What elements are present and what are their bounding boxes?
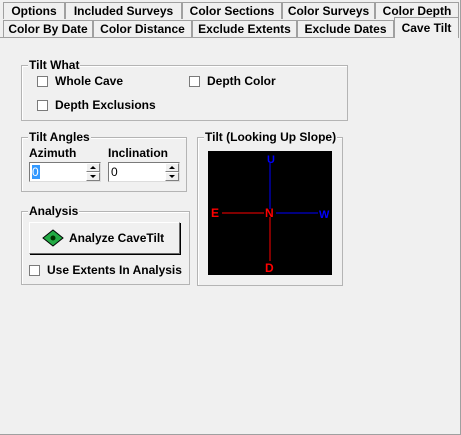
- analyze-cavetilt-label: Analyze CaveTilt: [69, 231, 165, 245]
- arrow-down-icon: [90, 175, 96, 178]
- depth-color-label: Depth Color: [207, 74, 276, 88]
- inclination-stepper: [165, 163, 179, 181]
- azimuth-spinner[interactable]: [29, 162, 101, 182]
- arrow-up-icon: [90, 166, 96, 169]
- whole-cave-label: Whole Cave: [55, 74, 124, 88]
- tilt-view-canvas: U D E W N: [208, 151, 332, 275]
- inclination-up-button[interactable]: [165, 163, 179, 172]
- east-label: E: [211, 206, 219, 220]
- tilt-angles-title: Tilt Angles: [28, 130, 91, 145]
- use-extents-label: Use Extents In Analysis: [47, 263, 182, 277]
- tab-included-surveys[interactable]: Included Surveys: [65, 2, 182, 19]
- analysis-title: Analysis: [28, 204, 80, 219]
- azimuth-down-button[interactable]: [86, 172, 100, 181]
- azimuth-up-button[interactable]: [86, 163, 100, 172]
- tab-cave-tilt[interactable]: Cave Tilt: [394, 17, 459, 38]
- inclination-input[interactable]: [111, 164, 155, 179]
- tab-exclude-dates[interactable]: Exclude Dates: [297, 20, 394, 38]
- depth-exclusions-checkbox[interactable]: [37, 100, 48, 111]
- tab-color-by-date[interactable]: Color By Date: [3, 20, 93, 38]
- up-label: U: [267, 154, 275, 166]
- tab-exclude-extents[interactable]: Exclude Extents: [192, 20, 297, 38]
- west-label: W: [319, 209, 330, 221]
- down-label: D: [265, 261, 274, 275]
- tab-color-distance[interactable]: Color Distance: [93, 20, 192, 38]
- depth-color-checkbox[interactable]: [189, 76, 200, 87]
- cave-tilt-dialog: Options Included Surveys Color Sections …: [0, 0, 461, 435]
- whole-cave-checkbox[interactable]: [37, 76, 48, 87]
- depth-exclusions-label: Depth Exclusions: [55, 98, 156, 112]
- north-label: N: [265, 206, 274, 220]
- inclination-label: Inclination: [108, 146, 168, 160]
- use-extents-checkbox[interactable]: [29, 265, 40, 276]
- tilt-what-title: Tilt What: [28, 58, 81, 73]
- tab-panel-border: [0, 37, 393, 38]
- analyze-diamond-icon: [42, 229, 64, 247]
- tab-color-surveys[interactable]: Color Surveys: [282, 2, 375, 19]
- azimuth-stepper: [86, 163, 100, 181]
- tab-options[interactable]: Options: [3, 2, 65, 19]
- arrow-up-icon: [169, 166, 175, 169]
- inclination-spinner[interactable]: [108, 162, 180, 182]
- inclination-down-button[interactable]: [165, 172, 179, 181]
- tilt-view-title: Tilt (Looking Up Slope): [204, 130, 338, 145]
- tab-color-sections[interactable]: Color Sections: [182, 2, 282, 19]
- azimuth-label: Azimuth: [29, 146, 77, 160]
- arrow-down-icon: [169, 175, 175, 178]
- analyze-cavetilt-button[interactable]: Analyze CaveTilt: [29, 222, 180, 254]
- azimuth-input[interactable]: [32, 164, 76, 179]
